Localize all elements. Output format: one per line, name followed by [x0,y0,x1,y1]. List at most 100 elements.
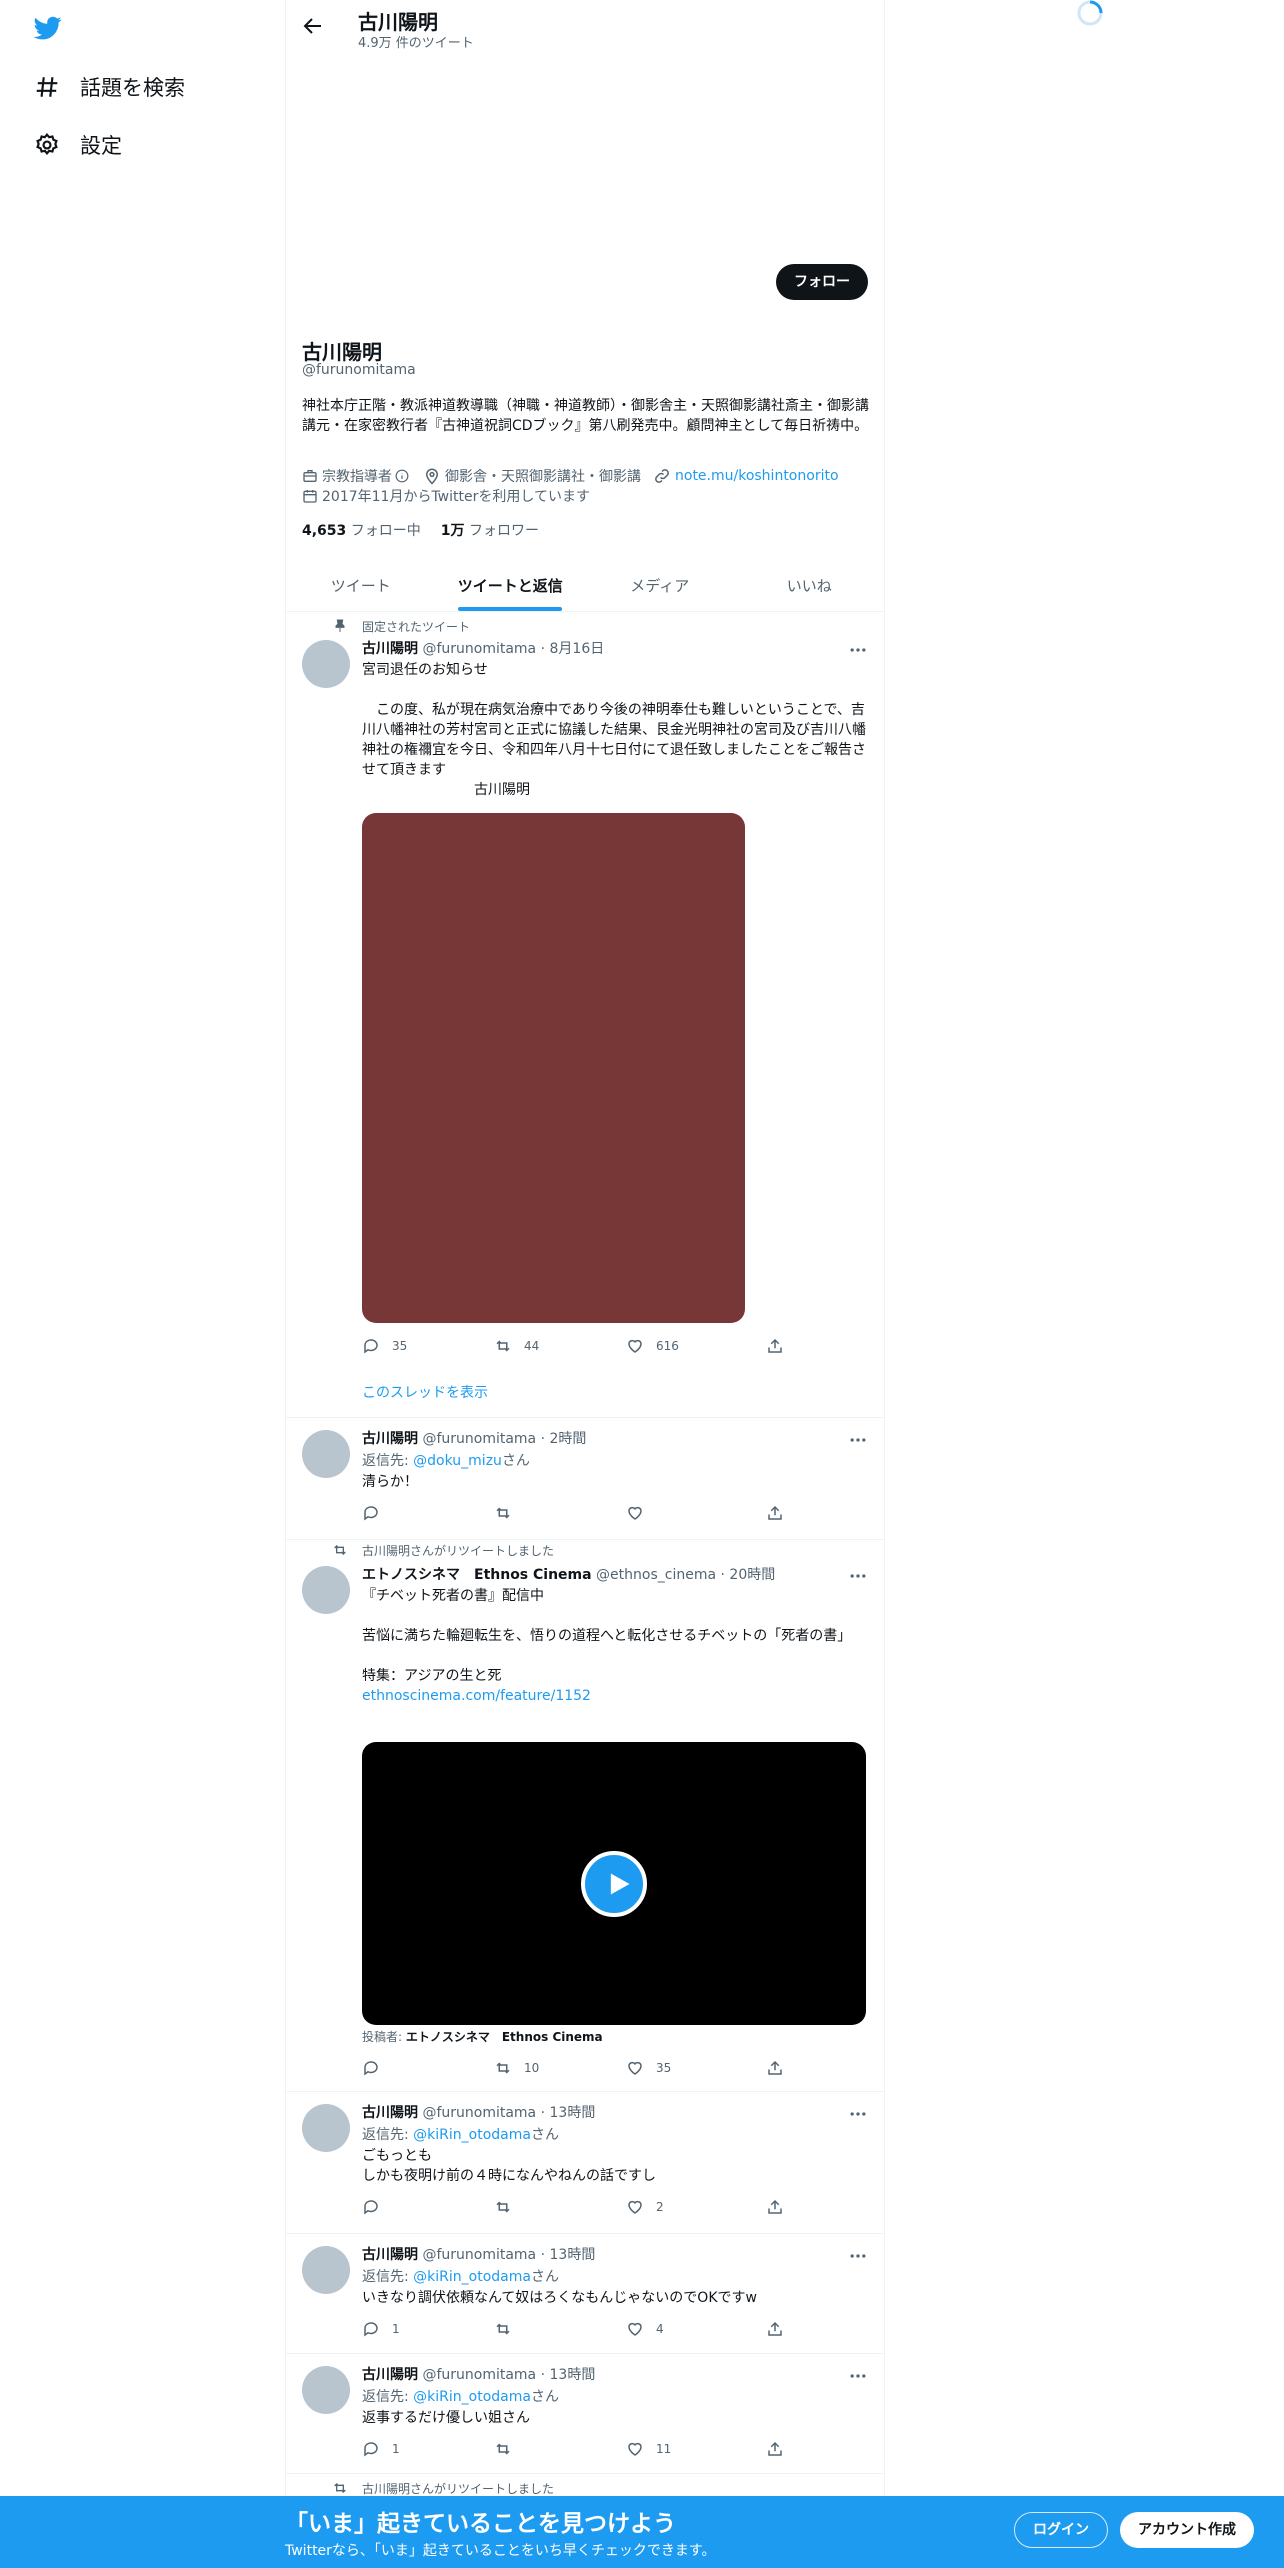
profile-url-link[interactable]: note.mu/koshintonorito [675,468,839,484]
reply-count: 35 [392,1339,408,1353]
tweet-time[interactable]: 13時間 [550,2247,596,2263]
reply-button[interactable] [362,2059,392,2077]
author-name[interactable]: 古川陽明 [362,2105,418,2121]
video-player[interactable] [362,1742,866,2025]
retweet-button[interactable] [494,2440,524,2458]
twitter-bird-icon[interactable] [32,14,64,42]
author-name[interactable]: 古川陽明 [362,641,418,657]
play-button[interactable] [581,1850,647,1917]
like-count: 35 [656,2061,672,2075]
author-name[interactable]: 古川陽明 [362,2367,418,2383]
like-button[interactable]: 616 [626,1337,679,1355]
retweet-button[interactable]: 10 [494,2059,539,2077]
signup-button[interactable]: アカウント作成 [1120,2512,1254,2548]
share-button[interactable] [766,2440,796,2458]
retweet-button[interactable] [494,2320,524,2338]
followers-count: 1万 [440,523,465,539]
author-name[interactable]: 古川陽明 [362,1431,418,1447]
tweet-actions: 1 4 [362,2320,802,2340]
like-button[interactable]: 4 [626,2320,664,2338]
reply-button[interactable]: 1 [362,2440,400,2458]
nav-settings[interactable]: 設定 [34,130,122,160]
more-options-icon[interactable] [848,2366,868,2386]
replying-to: 返信先: @kiRin_otodamaさん [362,2386,559,2406]
like-button[interactable]: 2 [626,2198,664,2216]
heart-icon [628,1339,642,1353]
more-options-icon[interactable] [848,2104,868,2124]
tweet-reply[interactable]: 古川陽明 @furunomitama · 13時間 返信先: @kiRin_ot… [286,2092,884,2234]
avatar[interactable] [302,640,350,688]
profile-name: 古川陽明 [302,340,382,364]
like-button[interactable]: 11 [626,2440,671,2458]
more-options-icon[interactable] [848,1430,868,1450]
author-name[interactable]: エトノスシネマ Ethnos Cinema [362,1567,592,1583]
reply-button[interactable] [362,2198,392,2216]
tweet-time[interactable]: 13時間 [550,2367,596,2383]
following-stat[interactable]: 4,653 フォロー中 [302,520,421,540]
reply-to-link[interactable]: @kiRin_otodama [413,2269,531,2285]
reply-to-link[interactable]: @kiRin_otodama [413,2389,531,2405]
tweet-pinned[interactable]: 固定されたツイート 古川陽明 @furunomitama · 8月16日 宮司退… [286,612,884,1418]
retweet-icon [496,1507,510,1519]
like-button[interactable] [626,1504,656,1522]
avatar[interactable] [302,2104,350,2152]
nav-explore[interactable]: 話題を検索 [34,72,185,102]
reply-icon [364,2061,378,2076]
tweet-text: 『チベット死者の書』配信中 苦悩に満ちた輪廻転生を、悟りの道程へと転化させるチベ… [362,1586,872,1706]
reply-button[interactable]: 35 [362,1337,407,1355]
nav-explore-label: 話題を検索 [80,76,185,100]
share-button[interactable] [766,1504,796,1522]
tweet-time[interactable]: 20時間 [729,1567,775,1583]
follow-button[interactable]: フォロー [776,264,868,300]
tweet-retweet-video[interactable]: 古川陽明さんがリツイートしました エトノスシネマ Ethnos Cinema @… [286,1540,884,2092]
more-options-icon[interactable] [848,640,868,660]
author-handle: @furunomitama [422,641,537,657]
reply-to-link[interactable]: @kiRin_otodama [413,2127,531,2143]
retweet-button[interactable] [494,2198,524,2216]
replying-to: 返信先: @kiRin_otodamaさん [362,2266,559,2286]
share-button[interactable] [766,1337,796,1355]
tweet-reply[interactable]: 古川陽明 @furunomitama · 13時間 返信先: @kiRin_ot… [286,2234,884,2354]
retweet-button[interactable]: 44 [494,1337,539,1355]
retweeted-by-label[interactable]: 古川陽明さんがリツイートしました [362,1542,554,1559]
reply-button[interactable] [362,1504,392,1522]
tab-tweets[interactable]: ツイート [286,560,436,611]
more-options-icon[interactable] [848,2246,868,2266]
share-button[interactable] [766,2320,796,2338]
tweet-text: ごもっとも しかも夜明け前の４時になんやねんの話ですし [362,2148,656,2184]
tweet-time[interactable]: 8月16日 [550,641,605,657]
followers-stat[interactable]: 1万 フォロワー [441,520,539,540]
login-button[interactable]: ログイン [1014,2512,1108,2548]
tweet-time[interactable]: 2時間 [550,1431,587,1447]
avatar[interactable] [302,2366,350,2414]
avatar[interactable] [302,1430,350,1478]
share-button[interactable] [766,2198,796,2216]
like-button[interactable]: 35 [626,2059,671,2077]
avatar[interactable] [302,1566,350,1614]
avatar[interactable] [302,2246,350,2294]
back-arrow-icon[interactable] [301,14,325,38]
info-icon[interactable] [395,469,409,483]
tweet-reply[interactable]: 古川陽明 @furunomitama · 13時間 返信先: @kiRin_ot… [286,2354,884,2474]
retweet-button[interactable] [494,1504,524,1522]
profile-joined-row: 2017年11月からTwitterを利用しています [302,486,590,506]
nav-settings-label: 設定 [80,134,122,158]
tab-media[interactable]: メディア [585,560,735,611]
reply-button[interactable]: 1 [362,2320,400,2338]
profile-stats: 4,653 フォロー中 1万 フォロワー [302,520,539,540]
reply-to-link[interactable]: @doku_mizu [413,1453,502,1469]
byline-name[interactable]: エトノスシネマ Ethnos Cinema [406,2030,603,2044]
tweet-actions: 2 [362,2198,802,2218]
profile-bio: 神社本庁正階・教派神道教導職（神職・神道教師）・御影舎主・天照御影講社斎主・御影… [302,398,869,434]
author-name[interactable]: 古川陽明 [362,2247,418,2263]
share-button[interactable] [766,2059,796,2077]
tweet-image[interactable] [362,813,745,1323]
retweeted-by-label[interactable]: 古川陽明さんがリツイートしました [362,2480,554,2497]
tweet-link[interactable]: ethnoscinema.com/feature/1152 [362,1688,591,1704]
tweet-time[interactable]: 13時間 [550,2105,596,2121]
tab-tweets-and-replies[interactable]: ツイートと返信 [436,560,586,611]
tab-likes[interactable]: いいね [735,560,885,611]
more-options-icon[interactable] [848,1566,868,1586]
show-thread-link[interactable]: このスレッドを表示 [362,1382,488,1402]
tweet-reply[interactable]: 古川陽明 @furunomitama · 2時間 返信先: @doku_mizu… [286,1418,884,1540]
